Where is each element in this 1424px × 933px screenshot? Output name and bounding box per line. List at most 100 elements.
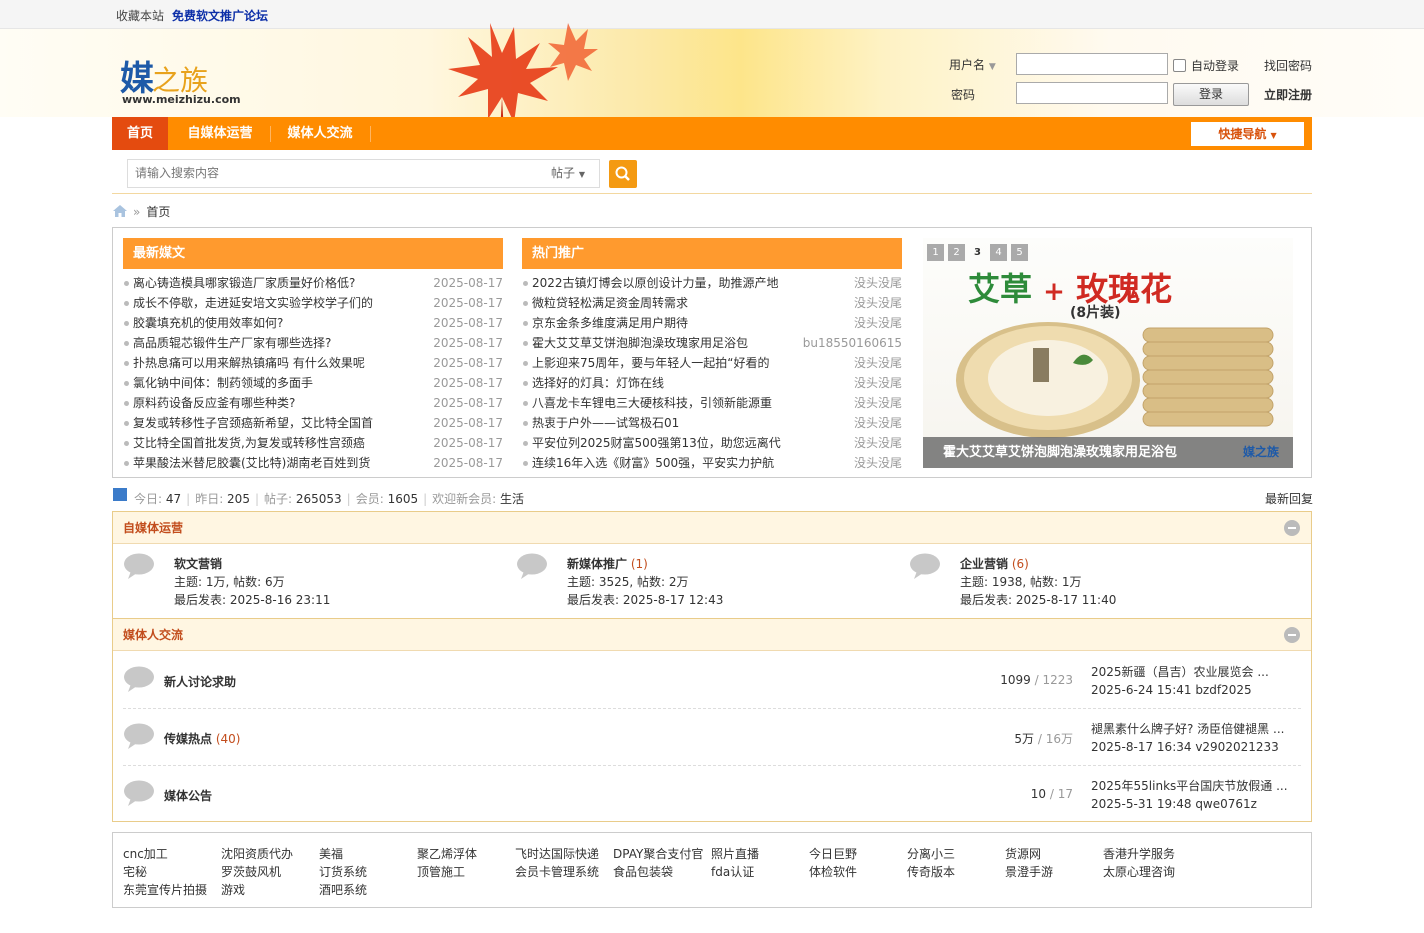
list-item[interactable]: 连续16年入选《财富》500强，平安实力护航 没头没尾 <box>522 453 902 473</box>
friend-link[interactable]: cnc加工 <box>123 845 168 862</box>
list-item-title[interactable]: 高品质辊芯锻件生产厂家有哪些选择? <box>133 333 423 353</box>
friend-link[interactable]: 景澄手游 <box>1005 863 1053 880</box>
slider-page-5[interactable]: 5 <box>1011 244 1028 261</box>
list-item[interactable]: 成长不停歇，走进延安培文实验学校学子们的 2025-08-17 <box>123 293 503 313</box>
quick-nav-button[interactable]: 快捷导航 ▼ <box>1191 122 1304 146</box>
friend-link[interactable]: 宅秘 <box>123 863 147 880</box>
friend-link[interactable]: 东莞宣传片拍摄 <box>123 881 207 898</box>
list-item-title[interactable]: 离心铸造模具哪家锻造厂家质量好价格低? <box>133 273 423 293</box>
list-item-title[interactable]: 京东金条多维度满足用户期待 <box>532 313 822 333</box>
list-item-title[interactable]: 霍大艾艾草艾饼泡脚泡澡玫瑰家用足浴包 <box>532 333 822 353</box>
auto-login-checkbox[interactable] <box>1173 59 1186 72</box>
image-slider[interactable]: 12345 艾草 + 玫瑰花 (8片装) 霍大艾艾草艾饼泡脚泡澡玫瑰家用足浴包 … <box>923 238 1293 468</box>
forum-name[interactable]: 企业营销 (6) <box>960 555 1029 572</box>
forum-row[interactable]: 新人讨论求助 1099 / 1223 2025新疆（昌吉）农业展览会 ... 2025… <box>123 652 1301 709</box>
slider-page-4[interactable]: 4 <box>990 244 1007 261</box>
list-item-title[interactable]: 艾比特全国首批发货,为复发或转移性宫颈癌 <box>133 433 423 453</box>
password-input[interactable] <box>1016 82 1168 104</box>
list-item-title[interactable]: 八喜龙卡车锂电三大硬核科技，引领新能源重 <box>532 393 822 413</box>
slider-page-1[interactable]: 1 <box>927 244 944 261</box>
list-item-title[interactable]: 2022古镇灯博会以原创设计力量，助推源产地 <box>532 273 822 293</box>
friend-link[interactable]: 传奇版本 <box>907 863 955 880</box>
list-item[interactable]: 京东金条多维度满足用户期待 没头没尾 <box>522 313 902 333</box>
list-item[interactable]: 离心铸造模具哪家锻造厂家质量好价格低? 2025-08-17 <box>123 273 503 293</box>
friend-link[interactable]: 聚乙烯浮体 <box>417 845 477 862</box>
list-item-title[interactable]: 上影迎来75周年，要与年轻人一起拍“好看的 <box>532 353 822 373</box>
latest-reply-link[interactable]: 最新回复 <box>1265 490 1313 507</box>
list-item[interactable]: 热衷于户外——试驾极石01 没头没尾 <box>522 413 902 433</box>
slide-caption[interactable]: 霍大艾艾草艾饼泡脚泡澡玫瑰家用足浴包 <box>923 437 1293 468</box>
list-item[interactable]: 氯化钠中间体：制药领域的多面手 2025-08-17 <box>123 373 503 393</box>
nav-home[interactable]: 首页 <box>112 117 168 150</box>
list-item[interactable]: 2022古镇灯博会以原创设计力量，助推源产地 没头没尾 <box>522 273 902 293</box>
friend-link[interactable]: fda认证 <box>711 863 754 880</box>
list-item[interactable]: 八喜龙卡车锂电三大硬核科技，引领新能源重 没头没尾 <box>522 393 902 413</box>
nav-media-exchange[interactable]: 媒体人交流 <box>274 117 366 150</box>
forum-cell[interactable]: 新媒体推广 (1) 主题: 3525, 帖数: 2万 最后发表: 2025-8-17… <box>516 545 908 617</box>
friend-link[interactable]: 体检软件 <box>809 863 857 880</box>
collapse-icon[interactable] <box>1284 520 1300 536</box>
forum-name[interactable]: 媒体公告 <box>164 787 212 804</box>
list-item-title[interactable]: 胶囊填充机的使用效率如何? <box>133 313 423 333</box>
forum-last-post[interactable]: 褪黑素什么牌子好? 汤臣倍健褪黑 ... 2025-8-17 16:34 v290… <box>1091 720 1301 756</box>
friend-link[interactable]: DPAY聚合支付官 <box>613 845 703 862</box>
list-item[interactable]: 平安位列2025财富500强第13位，助您远离代 没头没尾 <box>522 433 902 453</box>
register-link[interactable]: 立即注册 <box>1264 86 1312 103</box>
list-item[interactable]: 苹果酸法米替尼胶囊(艾比特)湖南老百姓到货 2025-08-17 <box>123 453 503 473</box>
friend-link[interactable]: 美福 <box>319 845 343 862</box>
list-item[interactable]: 高品质辊芯锻件生产厂家有哪些选择? 2025-08-17 <box>123 333 503 353</box>
list-item[interactable]: 选择好的灯具：灯饰在线 没头没尾 <box>522 373 902 393</box>
forum-name[interactable]: 新人讨论求助 <box>164 673 236 690</box>
friend-link[interactable]: 照片直播 <box>711 845 759 862</box>
list-item-title[interactable]: 复发或转移性子宫颈癌新希望，艾比特全国首 <box>133 413 423 433</box>
forum-cell[interactable]: 企业营销 (6) 主题: 1938, 帖数: 1万 最后发表: 2025-8-17 … <box>909 545 1301 617</box>
friend-link[interactable]: 货源网 <box>1005 845 1041 862</box>
username-input[interactable] <box>1016 53 1168 75</box>
forum-last-post[interactable]: 最后发表: 2025-8-17 11:40 <box>960 591 1116 608</box>
friend-link[interactable]: 沈阳资质代办 <box>221 845 293 862</box>
list-item[interactable]: 上影迎来75周年，要与年轻人一起拍“好看的 没头没尾 <box>522 353 902 373</box>
list-item-title[interactable]: 平安位列2025财富500强第13位，助您远离代 <box>532 433 822 453</box>
search-input[interactable]: 请输入搜索内容 <box>127 159 541 188</box>
search-button[interactable] <box>609 160 637 188</box>
friend-link[interactable]: 食品包装袋 <box>613 863 673 880</box>
friend-link[interactable]: 分离小三 <box>907 845 955 862</box>
forum-last-post[interactable]: 2025年55links平台国庆节放假通 ... 2025-5-31 19:48 … <box>1091 777 1301 813</box>
forum-link[interactable]: 免费软文推广论坛 <box>172 7 268 24</box>
username-label[interactable]: 用户名 ▼ <box>949 56 996 73</box>
forum-last-post[interactable]: 最后发表: 2025-8-17 12:43 <box>567 591 723 608</box>
auto-login-label[interactable]: 自动登录 <box>1191 57 1239 74</box>
list-item[interactable]: 胶囊填充机的使用效率如何? 2025-08-17 <box>123 313 503 333</box>
friend-link[interactable]: 酒吧系统 <box>319 881 367 898</box>
list-item[interactable]: 扑热息痛可以用来解热镇痛吗 有什么效果呢 2025-08-17 <box>123 353 503 373</box>
list-item-title[interactable]: 微粒贷轻松满足资金周转需求 <box>532 293 822 313</box>
forum-last-post[interactable]: 2025新疆（昌吉）农业展览会 ... 2025-6-24 15:41 bzdf2… <box>1091 663 1301 699</box>
slider-page-2[interactable]: 2 <box>948 244 965 261</box>
forum-last-post[interactable]: 最后发表: 2025-8-16 23:11 <box>174 591 330 608</box>
forum-row[interactable]: 媒体公告 10 / 17 2025年55links平台国庆节放假通 ... 2025-… <box>123 766 1301 823</box>
list-item-title[interactable]: 氯化钠中间体：制药领域的多面手 <box>133 373 423 393</box>
newest-member-link[interactable]: 生活 <box>500 492 524 506</box>
forum-row[interactable]: 传媒热点 (40) 5万 / 16万 褪黑素什么牌子好? 汤臣倍健褪黑 ... 202… <box>123 709 1301 766</box>
list-item-title[interactable]: 选择好的灯具：灯饰在线 <box>532 373 822 393</box>
login-button[interactable]: 登录 <box>1173 83 1249 106</box>
friend-link[interactable]: 游戏 <box>221 881 245 898</box>
list-item[interactable]: 原料药设备反应釜有哪些种类? 2025-08-17 <box>123 393 503 413</box>
forum-name[interactable]: 传媒热点 (40) <box>164 730 240 747</box>
list-item-title[interactable]: 原料药设备反应釜有哪些种类? <box>133 393 423 413</box>
list-item-title[interactable]: 成长不停歇，走进延安培文实验学校学子们的 <box>133 293 423 313</box>
list-item[interactable]: 微粒贷轻松满足资金周转需求 没头没尾 <box>522 293 902 313</box>
list-item[interactable]: 霍大艾艾草艾饼泡脚泡澡玫瑰家用足浴包 bu18550160615 <box>522 333 902 353</box>
forum-name[interactable]: 软文营销 <box>174 555 222 572</box>
search-type-select[interactable]: 帖子 ▼ <box>540 159 600 188</box>
list-item-title[interactable]: 苹果酸法米替尼胶囊(艾比特)湖南老百姓到货 <box>133 453 423 473</box>
friend-link[interactable]: 罗茨鼓风机 <box>221 863 281 880</box>
friend-link[interactable]: 订货系统 <box>319 863 367 880</box>
friend-link[interactable]: 飞时达国际快递 <box>515 845 599 862</box>
slider-page-3[interactable]: 3 <box>969 244 986 261</box>
friend-link[interactable]: 香港升学服务 <box>1103 845 1175 862</box>
list-item-title[interactable]: 扑热息痛可以用来解热镇痛吗 有什么效果呢 <box>133 353 423 373</box>
site-logo[interactable]: 媒之族 www.meizhizu.com <box>120 51 241 106</box>
friend-link[interactable]: 会员卡管理系统 <box>515 863 599 880</box>
list-item[interactable]: 艾比特全国首批发货,为复发或转移性宫颈癌 2025-08-17 <box>123 433 503 453</box>
